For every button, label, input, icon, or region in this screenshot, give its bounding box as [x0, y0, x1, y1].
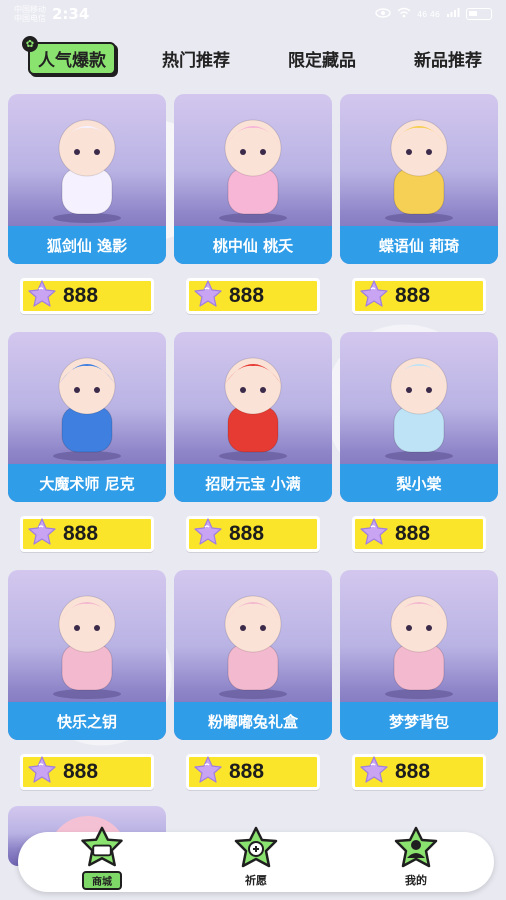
bottom-nav: 商城 祈愿 我的 [18, 826, 494, 892]
carrier-2: 中国电信 [14, 14, 46, 23]
price-button[interactable]: 888 [186, 754, 320, 790]
figure-art [340, 570, 498, 702]
price-button[interactable]: 888 [352, 754, 486, 790]
price-value: 888 [229, 284, 265, 307]
figure-art [174, 332, 332, 464]
nav-profile-label: 我的 [405, 874, 427, 887]
price-button[interactable]: 888 [20, 516, 154, 552]
signal-icon [446, 7, 460, 21]
tab-limited[interactable]: 限定藏品 [288, 46, 356, 71]
product-name: 桃中仙 桃夭 [174, 226, 332, 264]
nav-wish[interactable]: 祈愿 [218, 826, 294, 890]
price-value: 888 [63, 760, 99, 783]
product-name: 蝶语仙 莉琦 [340, 226, 498, 264]
figure-art [174, 570, 332, 702]
product-card[interactable]: 粉嘟嘟兔礼盒 [174, 570, 332, 740]
tab-new[interactable]: 新品推荐 [414, 46, 482, 71]
figure-art [8, 94, 166, 226]
price-value: 888 [229, 522, 265, 545]
figure-art [8, 570, 166, 702]
status-bar: 中国移动 中国电信 2:34 46 46 [0, 0, 506, 28]
price-value: 888 [395, 760, 431, 783]
clock: 2:34 [52, 5, 90, 23]
product-card[interactable]: 蝶语仙 莉琦 [340, 94, 498, 264]
star-currency-icon [27, 517, 57, 551]
product-name: 梦梦背包 [340, 702, 498, 740]
nav-profile[interactable]: 我的 [378, 826, 454, 890]
battery-icon [466, 8, 492, 20]
price-button[interactable]: 888 [352, 516, 486, 552]
nav-shop-label: 商城 [82, 871, 122, 890]
figure-art [340, 332, 498, 464]
product-card[interactable]: 桃中仙 桃夭 [174, 94, 332, 264]
price-value: 888 [395, 284, 431, 307]
star-currency-icon [193, 517, 223, 551]
figure-art [8, 332, 166, 464]
product-name: 招财元宝 小满 [174, 464, 332, 502]
wish-star-icon [234, 826, 278, 868]
price-button[interactable]: 888 [352, 278, 486, 314]
product-name: 快乐之钥 [8, 702, 166, 740]
star-currency-icon [193, 279, 223, 313]
product-name: 梨小棠 [340, 464, 498, 502]
star-currency-icon [359, 755, 389, 789]
nav-wish-label: 祈愿 [245, 874, 267, 887]
star-currency-icon [193, 755, 223, 789]
carrier-info: 中国移动 中国电信 [14, 5, 46, 23]
nav-shop[interactable]: 商城 [64, 826, 140, 890]
product-name: 粉嘟嘟兔礼盒 [174, 702, 332, 740]
product-card[interactable]: 狐剑仙 逸影 [8, 94, 166, 264]
tab-popular[interactable]: ✿ 人气爆款 [22, 36, 116, 75]
eye-icon [375, 7, 391, 21]
price-value: 888 [63, 522, 99, 545]
star-currency-icon [359, 517, 389, 551]
carrier-1: 中国移动 [14, 5, 46, 14]
product-card[interactable]: 招财元宝 小满 [174, 332, 332, 502]
price-button[interactable]: 888 [186, 278, 320, 314]
profile-star-icon [394, 826, 438, 868]
category-tabs: ✿ 人气爆款 热门推荐 限定藏品 新品推荐 [0, 36, 506, 78]
product-name: 狐剑仙 逸影 [8, 226, 166, 264]
wifi-icon [397, 7, 411, 21]
product-card[interactable]: 大魔术师 尼克 [8, 332, 166, 502]
tab-hot[interactable]: 热门推荐 [162, 46, 230, 71]
price-button[interactable]: 888 [20, 278, 154, 314]
status-icons: 46 46 [375, 7, 492, 21]
price-button[interactable]: 888 [20, 754, 154, 790]
star-currency-icon [27, 755, 57, 789]
product-card[interactable]: 梦梦背包 [340, 570, 498, 740]
star-currency-icon [359, 279, 389, 313]
figure-art [174, 94, 332, 226]
price-value: 888 [229, 760, 265, 783]
flower-badge-icon: ✿ [22, 36, 38, 52]
price-value: 888 [63, 284, 99, 307]
figure-art [340, 94, 498, 226]
signal-label: 46 46 [417, 9, 440, 19]
shop-star-icon [81, 826, 123, 867]
product-card[interactable]: 快乐之钥 [8, 570, 166, 740]
product-card[interactable]: 梨小棠 [340, 332, 498, 502]
star-currency-icon [27, 279, 57, 313]
tab-popular-label: 人气爆款 [38, 51, 106, 71]
price-value: 888 [395, 522, 431, 545]
product-name: 大魔术师 尼克 [8, 464, 166, 502]
price-button[interactable]: 888 [186, 516, 320, 552]
